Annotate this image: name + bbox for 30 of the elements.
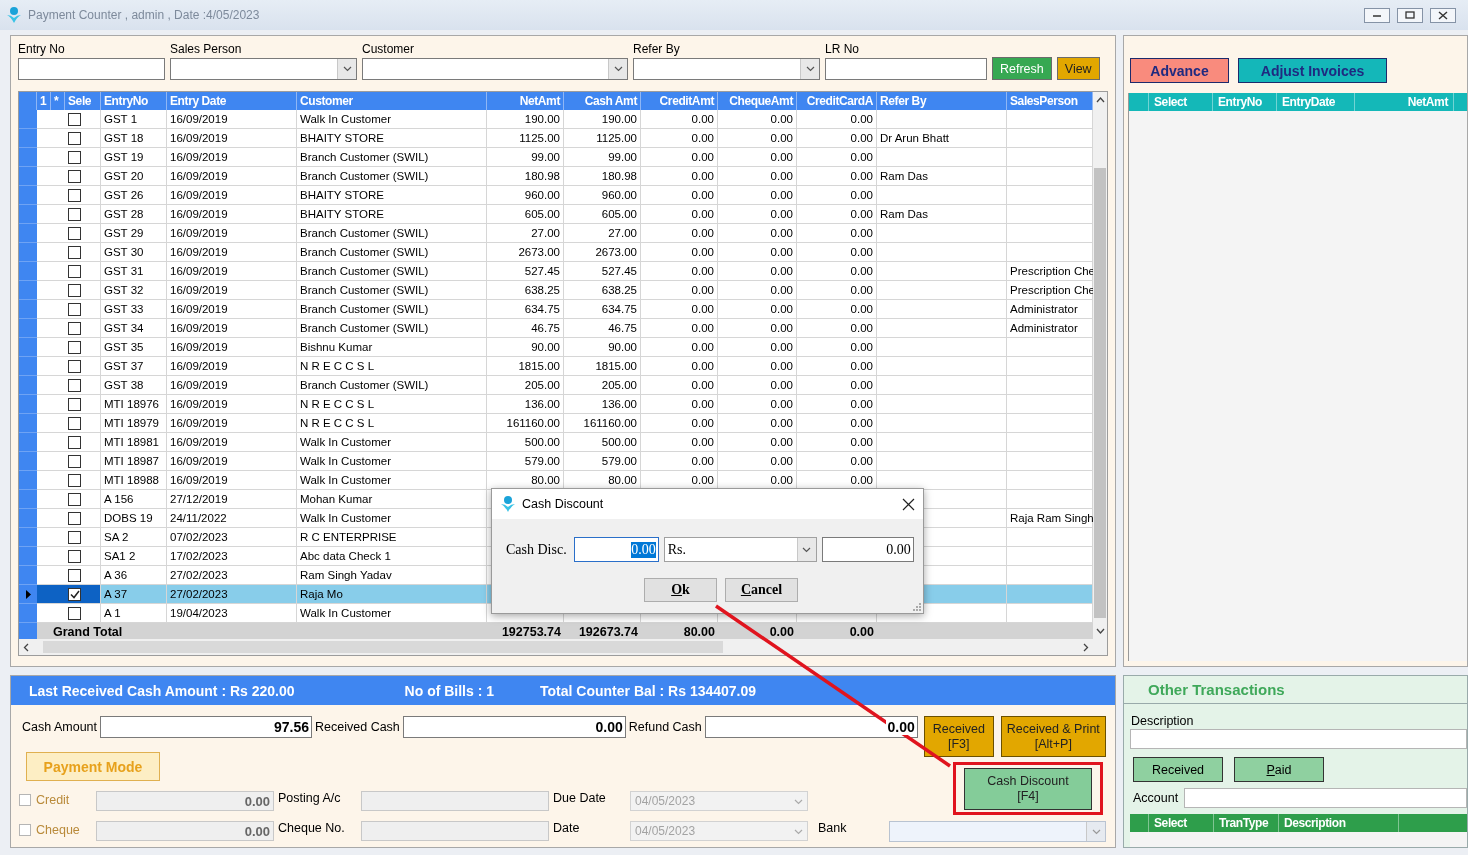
total-value: 80.00 bbox=[682, 624, 716, 641]
summary-text: Total Counter Bal : Rs 134407.09 bbox=[540, 682, 757, 699]
field-label: Cash Disc. bbox=[506, 541, 567, 558]
field-label: Entry No bbox=[18, 42, 66, 56]
checkbox-label: Credit bbox=[36, 793, 70, 807]
summary-text: Last Received Cash Amount : Rs 220.00 bbox=[29, 682, 295, 699]
dialog-title: Cash Discount bbox=[522, 497, 604, 511]
field-label: Cheque No. bbox=[278, 821, 346, 835]
field-label: Received Cash bbox=[314, 720, 401, 734]
field-label: Date bbox=[553, 821, 581, 835]
checkbox-label: Cheque bbox=[36, 823, 80, 837]
total-value: 0.00 bbox=[768, 624, 795, 641]
field-label: Due Date bbox=[553, 791, 607, 805]
total-value: 192673.74 bbox=[577, 624, 639, 641]
field-label: Customer bbox=[362, 42, 415, 56]
field-label: Posting A/c bbox=[278, 791, 342, 805]
window-title: Payment Counter , admin , Date :4/05/2023 bbox=[28, 8, 260, 22]
field-label: Description bbox=[1131, 714, 1195, 728]
field-label: Sales Person bbox=[170, 42, 243, 56]
field-label: Refund Cash bbox=[627, 720, 703, 734]
total-label: Grand Total bbox=[52, 624, 124, 641]
field-label: LR No bbox=[825, 42, 860, 56]
total-value: 0.00 bbox=[848, 624, 875, 641]
field-label: Refer By bbox=[633, 42, 681, 56]
total-value: 192753.74 bbox=[500, 624, 562, 641]
summary-text: No of Bills : 1 bbox=[404, 682, 495, 699]
field-label: Cash Amount bbox=[21, 720, 99, 734]
field-label: Bank bbox=[818, 821, 848, 835]
panel-heading: Other Transactions bbox=[1124, 676, 1467, 704]
field-label: Account bbox=[1133, 791, 1179, 805]
